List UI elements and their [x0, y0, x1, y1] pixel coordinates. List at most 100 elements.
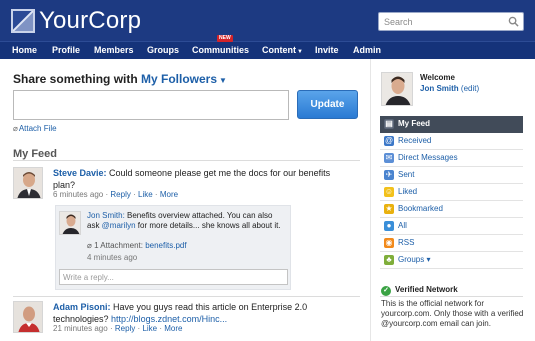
share-prefix: Share something with	[13, 72, 142, 86]
verified-heading: ✓ Verified Network	[381, 285, 458, 296]
user-name-link[interactable]: Jon Smith	[420, 84, 459, 93]
sidebar-item-label: Liked	[398, 187, 418, 196]
more-link[interactable]: More	[160, 190, 178, 199]
sidebar-item-my-feed[interactable]: ▤ My Feed	[380, 116, 523, 133]
welcome-label: Welcome	[420, 73, 455, 82]
sidebar-item-all[interactable]: ● All	[380, 218, 523, 235]
caret-down-icon: ▼	[297, 49, 303, 55]
nav-home[interactable]: Home	[12, 42, 37, 60]
attachment-link[interactable]: benefits.pdf	[145, 241, 186, 250]
nav-groups[interactable]: Groups	[147, 42, 179, 60]
post-author[interactable]: Adam Pisoni:	[53, 302, 111, 312]
sidebar-item-label: Bookmarked	[398, 204, 443, 213]
new-badge: NEW	[217, 35, 233, 42]
post-author[interactable]: Steve Davie:	[53, 168, 107, 178]
verified-title: Verified Network	[395, 285, 458, 294]
logo[interactable]: YourCorp	[11, 7, 141, 34]
nav-content[interactable]: Content▼	[262, 42, 303, 60]
sidebar-item-label: Groups ▾	[398, 255, 431, 264]
divider	[13, 296, 360, 297]
check-icon: ✓	[381, 286, 391, 296]
at-icon: @	[384, 136, 394, 146]
nav-profile[interactable]: Profile	[52, 42, 80, 60]
sent-icon: ✈	[384, 170, 394, 180]
post-link[interactable]: http://blogs.zdnet.com/Hinc...	[111, 314, 227, 324]
more-link[interactable]: More	[164, 324, 182, 333]
header: YourCorp	[0, 0, 535, 41]
attach-file-label: Attach File	[18, 124, 57, 133]
star-icon: ★	[384, 204, 394, 214]
sidebar-item-direct-messages[interactable]: ✉ Direct Messages	[380, 150, 523, 167]
avatar[interactable]	[13, 301, 43, 333]
like-link[interactable]: Like	[138, 190, 153, 199]
envelope-icon: ✉	[384, 153, 394, 163]
edit-profile-link[interactable]: (edit)	[461, 84, 479, 93]
post-meta: 21 minutes ago · Reply · Like · More	[53, 324, 183, 333]
reply-link[interactable]: Reply	[110, 190, 130, 199]
reply-link[interactable]: Reply	[115, 324, 135, 333]
logo-mark-icon	[11, 8, 35, 33]
nav-content-label: Content	[262, 45, 296, 55]
smiley-icon: ☺	[384, 187, 394, 197]
nav-communities[interactable]: Communities NEW	[192, 35, 249, 60]
reply-body: Jon Smith: Benefits overview attached. Y…	[87, 211, 287, 231]
welcome-user: Jon Smith (edit)	[420, 84, 479, 93]
reply-attachment: ⌀ 1 Attachment: benefits.pdf	[87, 241, 187, 250]
share-textarea[interactable]	[13, 90, 289, 120]
reply-thread: Jon Smith: Benefits overview attached. Y…	[55, 205, 291, 290]
verified-description: This is the official network for yourcor…	[381, 299, 524, 328]
sidebar-item-sent[interactable]: ✈ Sent	[380, 167, 523, 184]
separator: ·	[109, 324, 113, 333]
sidebar-item-label: RSS	[398, 238, 415, 247]
reply-input[interactable]	[59, 269, 288, 285]
sidebar-item-label: Sent	[398, 170, 415, 179]
caret-down-icon[interactable]: ▼	[219, 76, 227, 85]
logo-text: YourCorp	[39, 6, 142, 34]
sidebar-item-label: Direct Messages	[398, 153, 458, 162]
search-icon[interactable]	[508, 16, 519, 27]
divider	[380, 296, 523, 297]
post-time: 21 minutes ago	[53, 324, 108, 333]
sidebar-item-liked[interactable]: ☺ Liked	[380, 184, 523, 201]
avatar[interactable]	[381, 72, 413, 106]
sidebar-item-label: My Feed	[398, 119, 431, 128]
sidebar-item-bookmarked[interactable]: ★ Bookmarked	[380, 201, 523, 218]
like-link[interactable]: Like	[142, 324, 157, 333]
avatar[interactable]	[13, 167, 43, 199]
audience-selector[interactable]: My Followers	[141, 72, 217, 86]
paperclip-icon: ⌀	[87, 241, 92, 250]
nav-admin[interactable]: Admin	[353, 42, 381, 60]
feed-menu: ▤ My Feed @ Received ✉ Direct Messages ✈ Sent ☺ L…	[380, 116, 523, 269]
groups-icon: ♣	[384, 255, 394, 265]
nav-invite[interactable]: Invite	[315, 42, 339, 60]
feed-title: My Feed	[13, 148, 58, 160]
sidebar-item-received[interactable]: @ Received	[380, 133, 523, 150]
search-input[interactable]	[379, 13, 499, 30]
nav-members[interactable]: Members	[94, 42, 134, 60]
separator: ·	[154, 190, 158, 199]
attachment-label: 1 Attachment:	[94, 241, 146, 250]
feed-icon: ▤	[384, 119, 394, 129]
sidebar-item-rss[interactable]: ◉ RSS	[380, 235, 523, 252]
attach-file-link[interactable]: ⌀Attach File	[13, 124, 57, 133]
main-nav: Home Profile Members Groups Communities …	[0, 35, 535, 60]
sidebar-item-label: All	[398, 221, 407, 230]
separator: ·	[105, 190, 109, 199]
paperclip-icon: ⌀	[13, 124, 18, 133]
separator: ·	[159, 324, 163, 333]
update-button[interactable]: Update	[297, 90, 358, 119]
separator: ·	[133, 190, 136, 199]
post-body: Adam Pisoni: Have you guys read this art…	[53, 301, 358, 325]
post-time: 6 minutes ago	[53, 190, 104, 199]
sidebar-item-label: Received	[398, 136, 432, 145]
sidebar-item-groups[interactable]: ♣ Groups ▾	[380, 252, 523, 269]
avatar[interactable]	[59, 211, 81, 235]
reply-author[interactable]: Jon Smith:	[87, 211, 125, 220]
rss-icon: ◉	[384, 238, 394, 248]
mention-link[interactable]: @marilyn	[102, 221, 136, 230]
reply-time: 4 minutes ago	[87, 253, 138, 262]
post-meta: 6 minutes ago · Reply · Like · More	[53, 190, 178, 199]
sidebar-divider	[370, 59, 371, 341]
post-body: Steve Davie: Could someone please get me…	[53, 167, 353, 191]
divider	[13, 160, 360, 161]
